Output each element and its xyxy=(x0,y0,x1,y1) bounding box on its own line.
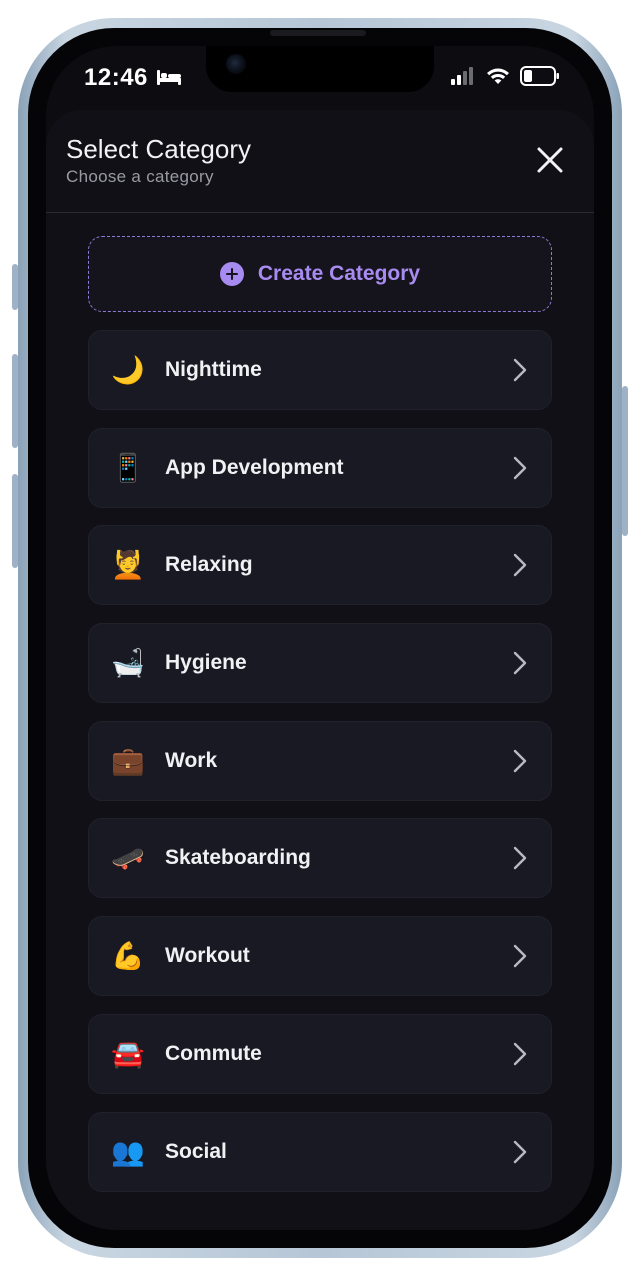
chevron-right-icon xyxy=(513,651,527,675)
category-item-commute[interactable]: 🚘 Commute xyxy=(88,1013,552,1094)
create-category-button[interactable]: Create Category xyxy=(88,236,552,312)
category-item-relaxing[interactable]: 💆 Relaxing xyxy=(88,525,552,606)
status-icons xyxy=(450,66,560,86)
face-massage-icon: 💆 xyxy=(111,550,145,581)
category-label: Skateboarding xyxy=(165,846,311,870)
chevron-right-icon xyxy=(513,456,527,479)
category-item-nighttime[interactable]: 🌙 Nighttime xyxy=(88,330,552,410)
category-item-app-development[interactable]: 📱 App Development xyxy=(88,427,552,508)
speaker-grille xyxy=(270,30,366,36)
category-item-workout[interactable]: 💪 Workout xyxy=(88,916,552,997)
bed-icon xyxy=(157,70,181,85)
sheet-header: Select Category Choose a category xyxy=(46,110,594,213)
category-label: App Development xyxy=(165,455,344,479)
category-list: 🌙 Nighttime 📱 App Development 💆 Relaxing… xyxy=(88,330,552,1209)
chevron-right-icon xyxy=(513,944,527,968)
flexed-biceps-icon: 💪 xyxy=(111,941,145,972)
page-subtitle: Choose a category xyxy=(66,167,214,186)
close-icon[interactable] xyxy=(534,144,566,176)
category-item-work[interactable]: 💼 Work xyxy=(88,720,552,801)
status-time: 12:46 xyxy=(84,64,148,91)
page-title: Select Category xyxy=(66,134,251,164)
volume-up-button xyxy=(12,354,18,448)
category-label: Work xyxy=(165,748,218,772)
chevron-right-icon xyxy=(513,358,527,382)
notch xyxy=(206,46,434,92)
bathtub-icon: 🛁 xyxy=(111,648,145,679)
car-icon: 🚘 xyxy=(111,1038,145,1069)
chevron-right-icon xyxy=(513,847,527,870)
briefcase-icon: 💼 xyxy=(111,745,145,776)
battery-icon xyxy=(520,66,559,86)
category-label: Commute xyxy=(165,1041,262,1065)
skateboard-icon: 🛹 xyxy=(111,843,145,874)
category-item-social[interactable]: 👥 Social xyxy=(88,1111,552,1192)
volume-down-button xyxy=(12,474,18,568)
people-icon: 👥 xyxy=(111,1136,145,1167)
category-label: Social xyxy=(165,1139,227,1163)
mobile-phone-icon: 📱 xyxy=(111,452,145,483)
category-item-hygiene[interactable]: 🛁 Hygiene xyxy=(88,623,552,704)
category-label: Nighttime xyxy=(165,358,262,381)
category-sheet: Select Category Choose a category Create… xyxy=(46,110,594,1230)
chevron-right-icon xyxy=(513,1042,527,1066)
power-button xyxy=(622,386,628,536)
category-label: Hygiene xyxy=(165,651,247,675)
create-category-label: Create Category xyxy=(257,262,421,285)
category-label: Workout xyxy=(165,944,250,968)
cellular-signal-icon xyxy=(451,67,473,85)
category-label: Relaxing xyxy=(165,553,253,577)
category-item-skateboarding[interactable]: 🛹 Skateboarding xyxy=(88,818,552,899)
wifi-icon xyxy=(487,68,509,84)
chevron-right-icon xyxy=(513,554,527,577)
chevron-right-icon xyxy=(513,749,527,772)
plus-circle-icon xyxy=(219,262,244,286)
crescent-moon-icon: 🌙 xyxy=(111,355,145,385)
chevron-right-icon xyxy=(513,1140,527,1163)
front-camera xyxy=(226,54,246,74)
mute-switch xyxy=(12,264,18,310)
screen: 12:46 Select Category Choose a category xyxy=(46,46,594,1230)
